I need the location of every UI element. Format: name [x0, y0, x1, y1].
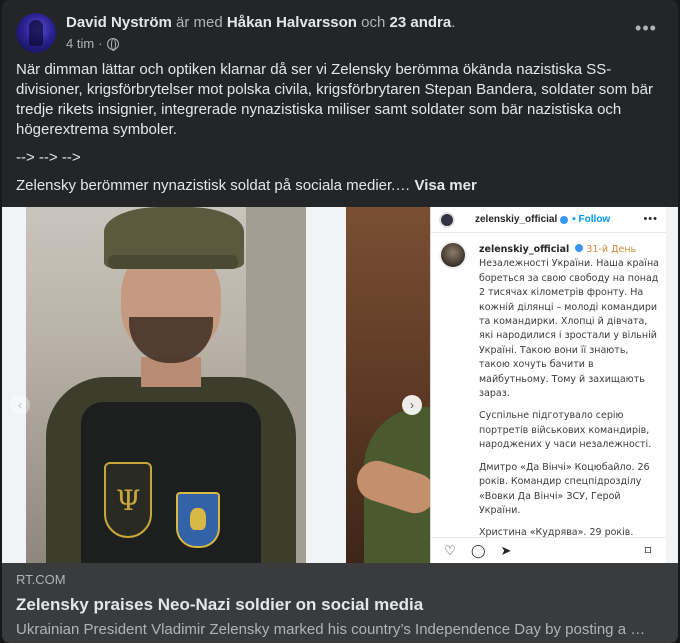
instagram-actions: ♡ ◯ ➤ ⌑	[431, 537, 666, 563]
caption-verified-icon	[575, 244, 584, 252]
more-options-icon[interactable]: •••	[632, 19, 660, 41]
post-paragraph-1: När dimman lättar och optiken klarnar då…	[16, 61, 653, 138]
trident-patch	[104, 462, 152, 538]
lion-patch	[176, 492, 220, 548]
author-avatar[interactable]	[16, 13, 56, 53]
post-text: När dimman lättar och optiken klarnar då…	[16, 60, 666, 204]
instagram-caption: zelenskiy_official 31-й День Незалежност…	[479, 243, 659, 563]
instagram-header: zelenskiy_official • Follow •••	[431, 207, 666, 233]
carousel-next-button[interactable]: ›	[402, 395, 422, 415]
heart-icon: ♡	[444, 543, 456, 558]
see-more-link[interactable]: Visa mer	[415, 177, 477, 194]
link-title[interactable]: Zelensky praises Neo-Nazi soldier on soc…	[16, 594, 664, 616]
comment-icon: ◯	[471, 543, 486, 558]
photo-cap-brim	[108, 255, 238, 269]
post-excerpt: Zelensky berömmer nynazistisk soldat på …	[16, 177, 411, 194]
verified-icon	[560, 215, 569, 224]
with-text: är med	[176, 14, 223, 31]
link-domain: RT.COM	[16, 572, 66, 587]
second-photo	[346, 207, 430, 563]
link-preview-card[interactable]: RT.COM Zelensky praises Neo-Nazi soldier…	[2, 563, 678, 643]
author-name[interactable]: David Nyström	[66, 14, 172, 31]
and-text: och	[361, 14, 386, 31]
tagged-others[interactable]: 23 andra	[390, 14, 452, 31]
soldier-photo	[26, 207, 306, 563]
caption-handle: zelenskiy_official	[479, 244, 570, 255]
instagram-caption-avatar	[439, 241, 467, 269]
post-meta: 4 tim ·	[66, 36, 119, 51]
share-icon: ➤	[500, 543, 512, 558]
instagram-follow: • Follow	[572, 214, 611, 225]
caption-day: 31-й День	[586, 244, 637, 255]
post-paragraph-2: --> --> -->	[16, 149, 81, 166]
caption-intro: zelenskiy_official 31-й День Незалежност…	[479, 243, 659, 401]
caption-p3: Дмитро «Да Вінчі» Коцюбайло. 26 років. К…	[479, 461, 650, 516]
post-time[interactable]: 4 tim	[66, 36, 94, 51]
link-description: Ukrainian President Vladimir Zelensky ma…	[16, 621, 646, 638]
post-header: David Nyström är med Håkan Halvarsson oc…	[16, 13, 664, 55]
globe-icon[interactable]	[106, 37, 119, 51]
period: .	[451, 14, 456, 31]
instagram-screenshot: zelenskiy_official • Follow ••• zelenski…	[430, 207, 666, 563]
facebook-post: David Nyström är med Håkan Halvarsson oc…	[2, 0, 678, 643]
instagram-avatar	[439, 211, 455, 228]
author-line: David Nyström är med Håkan Halvarsson oc…	[66, 14, 455, 31]
photo-gap	[306, 207, 346, 563]
post-paragraph-3: Zelensky berömmer nynazistisk soldat på …	[16, 176, 666, 196]
tagged-person[interactable]: Håkan Halvarsson	[227, 14, 357, 31]
instagram-handle: zelenskiy_official	[475, 214, 558, 225]
meta-separator: ·	[98, 36, 103, 51]
instagram-dots-icon: •••	[643, 213, 658, 225]
caption-p1: Незалежності України. Наша країна бореть…	[479, 258, 659, 400]
link-preview-image[interactable]: zelenskiy_official • Follow ••• zelenski…	[2, 207, 678, 563]
caption-p2: Суспільне підготувало серію портретів ві…	[479, 410, 652, 451]
carousel-prev-button[interactable]: ‹	[10, 395, 30, 415]
bookmark-icon: ⌑	[644, 543, 652, 558]
